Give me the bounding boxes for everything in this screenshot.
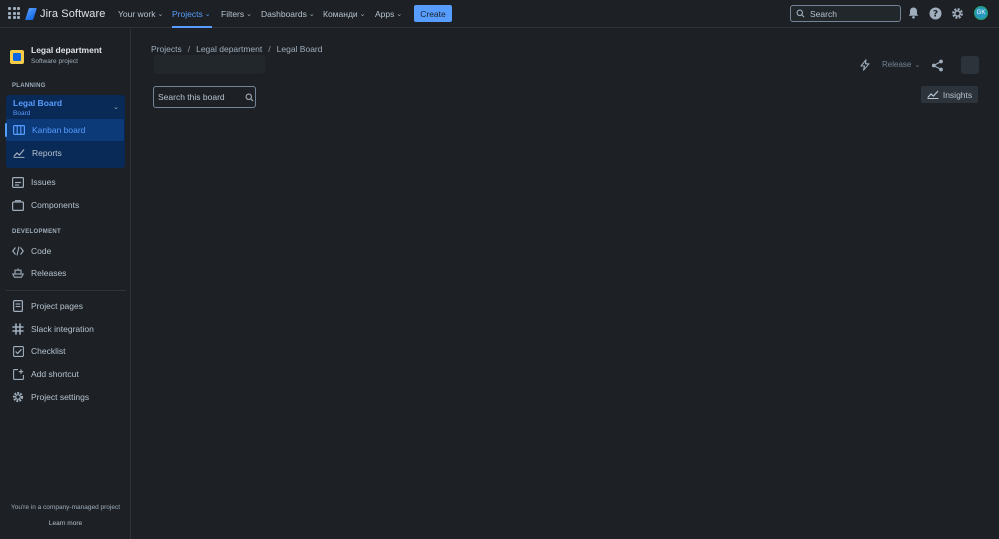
more-actions-placeholder	[961, 56, 979, 74]
sidebar-divider	[6, 290, 126, 291]
avatar[interactable]: GK	[974, 6, 988, 20]
nav-projects-label: Projects	[172, 9, 203, 19]
components-icon	[12, 199, 24, 211]
chevron-down-icon: ⌄	[914, 62, 921, 69]
sidebar-item-label: Add shortcut	[31, 369, 79, 379]
sidebar-item-label: Code	[31, 246, 52, 256]
insights-button[interactable]: Insights	[921, 86, 978, 103]
create-button[interactable]: Create	[414, 5, 452, 22]
nav-teams-label: Команди	[323, 9, 358, 19]
nav-filters-label: Filters	[221, 9, 245, 19]
board-search[interactable]	[153, 86, 256, 108]
chevron-down-icon[interactable]: ⌄	[113, 103, 119, 111]
release-label: Release	[882, 60, 912, 69]
sidebar-item-issues[interactable]: Issues	[12, 171, 124, 193]
sidebar-item-code[interactable]: Code	[12, 240, 124, 262]
app-name: Jira Software	[40, 8, 106, 20]
sidebar-item-label: Kanban board	[32, 125, 86, 135]
sidebar-item-label: Project settings	[31, 392, 90, 402]
project-type: Software project	[31, 58, 78, 65]
breadcrumb: Projects / Legal department / Legal Boar…	[151, 44, 322, 54]
checkbox-icon	[12, 345, 24, 357]
add-shortcut-icon	[12, 368, 24, 380]
jira-logo-icon	[26, 7, 36, 21]
board-search-input[interactable]	[158, 92, 240, 102]
sidebar-item-releases[interactable]: Releases	[12, 262, 124, 284]
sidebar-item-label: Reports	[32, 148, 62, 158]
sidebar-item-label: Releases	[31, 268, 67, 278]
page-icon	[12, 300, 24, 312]
chart-icon	[13, 147, 25, 159]
chevron-down-icon: ⌄	[359, 11, 366, 18]
nav-dashboards[interactable]: Dashboards ⌄	[261, 0, 315, 28]
nav-teams[interactable]: Команди ⌄	[323, 0, 366, 28]
learn-more-link[interactable]: Learn more	[0, 520, 131, 527]
sidebar-item-project-settings[interactable]: Project settings	[12, 386, 124, 408]
jira-logo[interactable]: Jira Software	[26, 6, 106, 22]
help-icon[interactable]: ?	[928, 6, 942, 20]
apps-grid-icon[interactable]	[8, 7, 20, 19]
ship-icon	[12, 267, 24, 279]
sidebar-item-label: Slack integration	[31, 324, 94, 334]
code-icon	[12, 245, 24, 257]
project-avatar-icon	[10, 50, 24, 64]
svg-text:?: ?	[932, 9, 937, 19]
nav-your-work[interactable]: Your work ⌄	[118, 0, 163, 28]
project-name: Legal department	[31, 45, 102, 55]
nav-apps-label: Apps	[375, 9, 395, 19]
sidebar-item-label: Components	[31, 200, 80, 210]
insights-label: Insights	[942, 89, 973, 100]
board-subtitle: Board	[13, 110, 31, 117]
board-icon	[13, 124, 25, 136]
nav-dashboards-label: Dashboards	[261, 9, 307, 19]
chart-icon	[927, 90, 939, 99]
nav-your-work-label: Your work	[118, 9, 156, 19]
bell-icon[interactable]	[906, 6, 920, 20]
sidebar-item-reports[interactable]: Reports	[6, 142, 124, 164]
sidebar-item-slack-integration[interactable]: Slack integration	[12, 318, 124, 340]
global-search[interactable]	[790, 5, 901, 22]
sidebar: Legal department Software project PLANNI…	[0, 29, 131, 539]
company-managed-note: You're in a company-managed project	[10, 504, 121, 511]
sidebar-item-kanban-board[interactable]: Kanban board	[5, 119, 124, 141]
breadcrumb-project[interactable]: Legal department	[196, 44, 262, 54]
release-dropdown[interactable]: Release ⌄	[882, 60, 920, 69]
search-icon	[796, 9, 805, 18]
breadcrumb-board[interactable]: Legal Board	[277, 44, 323, 54]
automation-icon[interactable]	[859, 59, 871, 71]
sidebar-item-project-pages[interactable]: Project pages	[12, 295, 124, 317]
slack-icon	[12, 323, 24, 335]
sidebar-item-checklist[interactable]: Checklist	[12, 340, 124, 362]
sidebar-item-label: Issues	[31, 177, 56, 187]
sidebar-item-label: Project pages	[31, 301, 83, 311]
nav-apps[interactable]: Apps ⌄	[375, 0, 402, 28]
development-section-label: DEVELOPMENT	[12, 229, 61, 235]
chevron-down-icon: ⌄	[204, 11, 211, 18]
breadcrumb-separator: /	[268, 44, 271, 54]
chevron-down-icon: ⌄	[246, 11, 253, 18]
sidebar-item-components[interactable]: Components	[12, 194, 124, 216]
sidebar-item-label: Checklist	[31, 346, 66, 356]
gear-icon	[12, 391, 24, 403]
chevron-down-icon: ⌄	[308, 11, 315, 18]
page-title-placeholder	[154, 55, 265, 74]
breadcrumb-separator: /	[187, 44, 191, 54]
nav-projects[interactable]: Projects ⌄	[172, 0, 212, 28]
sidebar-item-add-shortcut[interactable]: Add shortcut	[12, 363, 124, 385]
chevron-down-icon: ⌄	[157, 11, 164, 18]
settings-icon[interactable]	[950, 6, 964, 20]
chevron-down-icon: ⌄	[396, 11, 403, 18]
planning-section-label: PLANNING	[12, 83, 46, 89]
breadcrumb-projects[interactable]: Projects	[151, 44, 182, 54]
search-icon	[245, 93, 254, 101]
issues-icon	[12, 176, 24, 188]
search-input[interactable]	[810, 8, 895, 19]
nav-filters[interactable]: Filters ⌄	[221, 0, 252, 28]
share-icon[interactable]	[931, 59, 944, 72]
project-header[interactable]: Legal department Software project	[10, 45, 102, 65]
top-navigation: Jira Software Your work ⌄ Projects ⌄ Filte…	[0, 0, 999, 28]
board-title: Legal Board	[13, 98, 63, 108]
